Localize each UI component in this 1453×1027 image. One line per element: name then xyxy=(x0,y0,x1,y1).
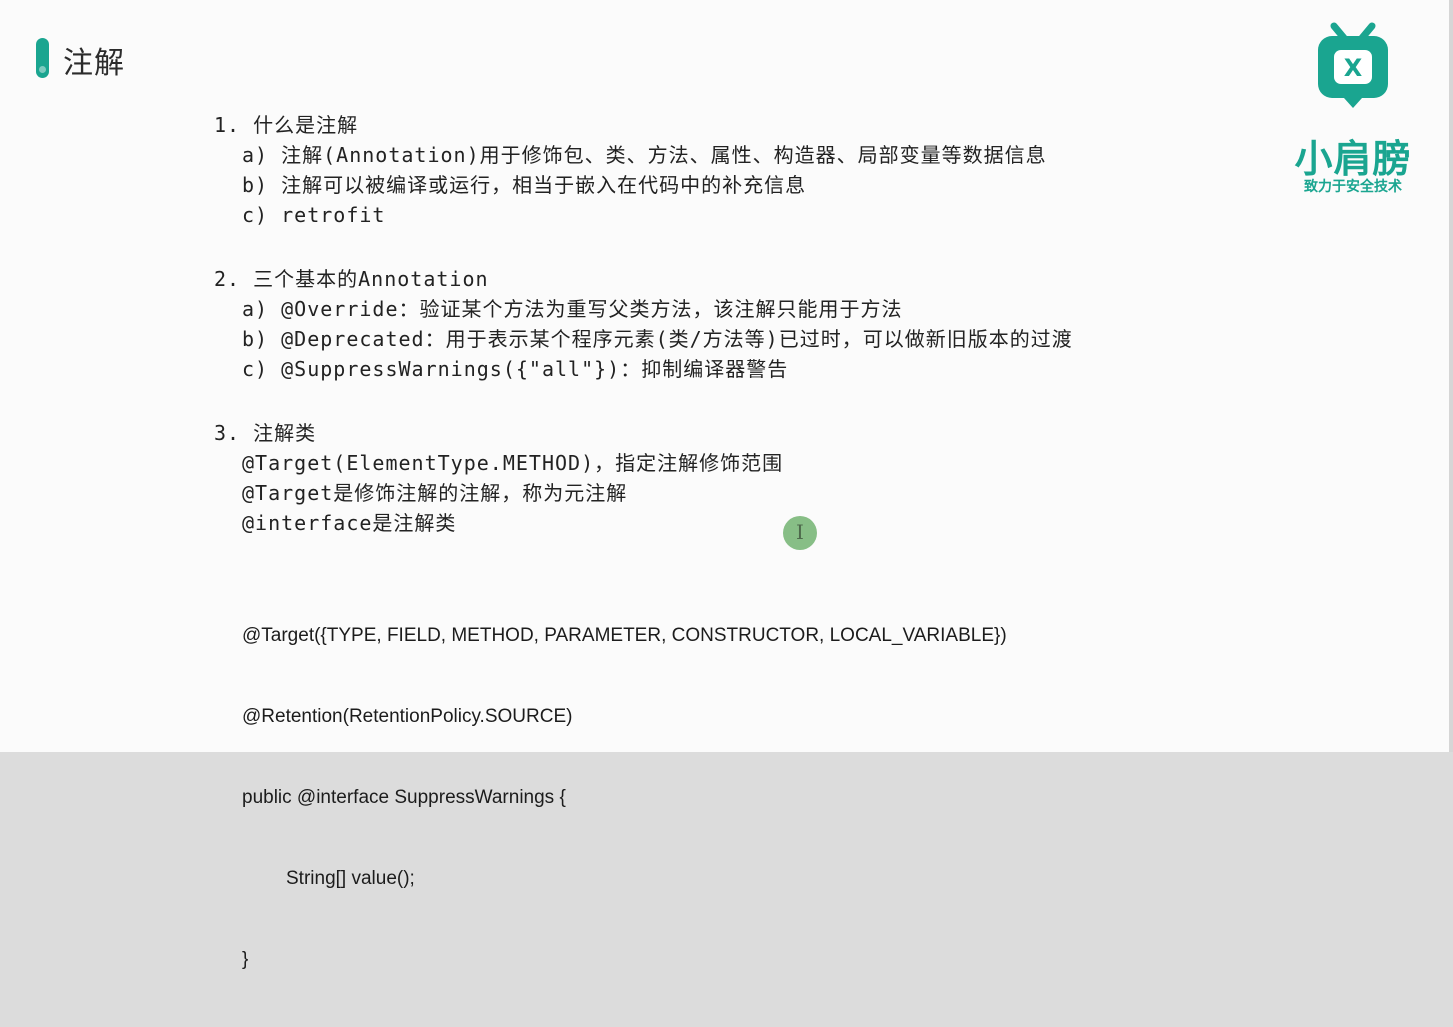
section-2-title: 2. 三个基本的Annotation xyxy=(214,267,489,291)
section-2-item-b: b) @Deprecated：用于表示某个程序元素(类/方法等)已过时，可以做新… xyxy=(242,327,1073,351)
code-line: public @interface SuppressWarnings { xyxy=(242,787,566,808)
code-line: @Target({TYPE, FIELD, METHOD, PARAMETER,… xyxy=(242,625,1007,646)
cursor-highlight-icon xyxy=(783,516,817,550)
svg-text:X: X xyxy=(1344,54,1363,82)
brand-logo: X 小肩膀 致力于安全技术 xyxy=(1278,16,1428,201)
code-block: @Target({TYPE, FIELD, METHOD, PARAMETER,… xyxy=(214,568,1264,1027)
section-1-item-b: b) 注解可以被编译或运行，相当于嵌入在代码中的补充信息 xyxy=(242,173,807,197)
code-line: String[] value(); xyxy=(286,868,415,889)
brand-slogan: 致力于安全技术 xyxy=(1304,179,1402,195)
title-accent-bar xyxy=(36,38,49,78)
slide: 注解 X 小肩膀 致力于安全技术 1. 什么是注解 a) 注解(Annotati… xyxy=(0,0,1453,970)
code-line: @Retention(RetentionPolicy.SOURCE) xyxy=(242,706,573,727)
section-1-item-a: a) 注解(Annotation)用于修饰包、类、方法、属性、构造器、局部变量等… xyxy=(242,143,1047,167)
section-1-item-c: c) retrofit xyxy=(242,203,386,227)
section-2-item-c: c) @SuppressWarnings({"all"})：抑制编译器警告 xyxy=(242,357,789,381)
slide-content: 1. 什么是注解 a) 注解(Annotation)用于修饰包、类、方法、属性、… xyxy=(214,110,1264,1027)
section-3-item-1: @Target(ElementType.METHOD)，指定注解修饰范围 xyxy=(242,451,784,475)
section-3-item-3: @interface是注解类 xyxy=(242,511,457,535)
code-line: } xyxy=(242,949,249,970)
section-1-title: 1. 什么是注解 xyxy=(214,113,359,137)
section-3-item-2: @Target是修饰注解的注解，称为元注解 xyxy=(242,481,628,505)
tv-logo-icon: X xyxy=(1318,22,1388,108)
brand-name: 小肩膀 xyxy=(1294,137,1412,181)
section-3-title: 3. 注解类 xyxy=(214,421,317,445)
page-title: 注解 xyxy=(63,46,125,81)
section-2-item-a: a) @Override：验证某个方法为重写父类方法，该注解只能用于方法 xyxy=(242,297,903,321)
